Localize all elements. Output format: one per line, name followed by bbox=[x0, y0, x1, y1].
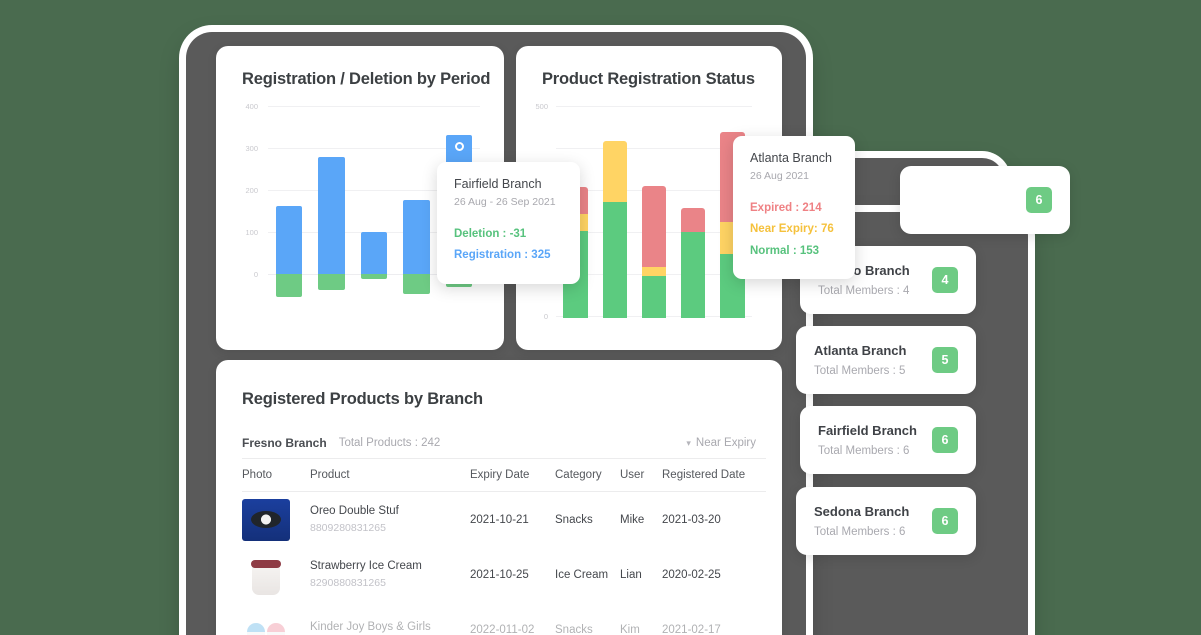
table-total-products: Total Products : 242 bbox=[338, 437, 441, 449]
chart2-title: Product Registration Status bbox=[542, 70, 755, 88]
expiry-date-cell: 2022-011-02 bbox=[470, 623, 535, 635]
table-row[interactable]: Oreo Double Stuf 8809280831265 2021-10-2… bbox=[242, 492, 766, 547]
chart2-ytick-500: 500 bbox=[535, 102, 548, 111]
chart1-hover-marker-icon bbox=[454, 142, 464, 151]
chart2-bar-group[interactable] bbox=[674, 106, 713, 318]
tooltip1-registration: Registration : 325 bbox=[454, 249, 551, 262]
branch-member-badge: 6 bbox=[932, 427, 958, 453]
column-header-category: Category bbox=[555, 469, 602, 481]
category-cell: Snacks bbox=[555, 513, 593, 526]
branch-members: Total Members : 6 bbox=[814, 526, 906, 538]
chart2-bars bbox=[556, 106, 752, 318]
chart1-title: Registration / Deletion by Period bbox=[242, 70, 491, 88]
chart2-bar-group[interactable] bbox=[634, 106, 673, 318]
table-row[interactable]: Strawberry Ice Cream 8290880831265 2021-… bbox=[242, 547, 766, 602]
table-header-row: Photo Product Expiry Date Category User … bbox=[242, 458, 766, 492]
registered-products-card: Registered Products by Branch Fresno Bra… bbox=[216, 360, 782, 635]
table-row[interactable]: Kinder Joy Boys & Girls 2022-011-02 Snac… bbox=[242, 602, 766, 635]
chevron-down-icon: ▾ bbox=[686, 437, 691, 448]
branch-member-badge: 6 bbox=[932, 508, 958, 534]
column-header-registered-date: Registered Date bbox=[662, 469, 746, 481]
chart1-ytick-100: 100 bbox=[245, 228, 258, 237]
near-expiry-filter-dropdown[interactable]: ▾ Near Expiry bbox=[686, 437, 756, 449]
product-code: 8290880831265 bbox=[310, 577, 386, 589]
chart1-tooltip: Fairfield Branch 26 Aug - 26 Sep 2021 De… bbox=[437, 162, 580, 284]
product-name: Kinder Joy Boys & Girls bbox=[310, 621, 431, 633]
product-photo-cell bbox=[242, 498, 310, 541]
column-header-product: Product bbox=[310, 469, 350, 481]
category-cell: Snacks bbox=[555, 623, 593, 635]
ice-cream-tub-photo bbox=[242, 553, 290, 596]
branch-members: Total Members : 6 bbox=[818, 445, 910, 457]
chart1-bar-group[interactable] bbox=[395, 106, 437, 306]
branch-name: Sedona Branch bbox=[814, 504, 910, 519]
branch-card[interactable]: 6 bbox=[900, 166, 1070, 234]
product-code: 8809280831265 bbox=[310, 522, 386, 534]
products-table: Photo Product Expiry Date Category User … bbox=[242, 458, 766, 635]
column-header-photo: Photo bbox=[242, 469, 273, 481]
product-cell: Kinder Joy Boys & Girls bbox=[310, 621, 470, 635]
chart2-tooltip: Atlanta Branch 26 Aug 2021 Expired : 214… bbox=[733, 136, 855, 279]
tooltip2-date: 26 Aug 2021 bbox=[750, 170, 809, 182]
near-expiry-filter-label: Near Expiry bbox=[695, 437, 756, 449]
user-cell: Mike bbox=[620, 513, 645, 526]
tooltip1-date: 26 Aug - 26 Sep 2021 bbox=[454, 196, 556, 208]
chart1-bar-group[interactable] bbox=[310, 106, 352, 306]
branch-member-badge: 5 bbox=[932, 347, 958, 373]
product-cell: Strawberry Ice Cream 8290880831265 bbox=[310, 560, 470, 589]
tooltip2-normal: Normal : 153 bbox=[750, 244, 820, 257]
chart1-bar-group[interactable] bbox=[268, 106, 310, 306]
expiry-date-cell: 2021-10-25 bbox=[470, 568, 529, 581]
tooltip2-branch: Atlanta Branch bbox=[750, 151, 832, 165]
branch-card[interactable]: Sedona Branch Total Members : 6 6 bbox=[796, 487, 976, 555]
column-header-user: User bbox=[620, 469, 645, 481]
branch-card[interactable]: Fairfield Branch Total Members : 6 6 bbox=[800, 406, 976, 474]
tooltip1-branch: Fairfield Branch bbox=[454, 177, 542, 191]
chart1-ytick-400: 400 bbox=[245, 102, 258, 111]
product-cell: Oreo Double Stuf 8809280831265 bbox=[310, 505, 470, 534]
tooltip2-near-expiry: Near Expiry: 76 bbox=[750, 223, 834, 236]
registered-date-cell: 2021-02-17 bbox=[662, 623, 721, 635]
column-header-expiry-date: Expiry Date bbox=[470, 469, 530, 481]
user-cell: Kim bbox=[620, 623, 640, 635]
product-name: Oreo Double Stuf bbox=[310, 505, 399, 517]
branch-member-badge: 6 bbox=[1026, 187, 1052, 213]
table-title: Registered Products by Branch bbox=[242, 390, 483, 408]
oreo-package-photo bbox=[242, 498, 290, 541]
chart2-bar-group[interactable] bbox=[595, 106, 634, 318]
chart2-canvas: 500 100 0 bbox=[535, 102, 752, 321]
chart2-hover-marker-icon bbox=[728, 121, 738, 130]
registered-date-cell: 2020-02-25 bbox=[662, 568, 721, 581]
category-cell: Ice Cream bbox=[555, 568, 609, 581]
expiry-date-cell: 2021-10-21 bbox=[470, 513, 529, 526]
product-photo-cell bbox=[242, 553, 310, 596]
branch-name: Atlanta Branch bbox=[814, 343, 907, 358]
branch-name: Fairfield Branch bbox=[818, 423, 917, 438]
product-photo-cell bbox=[242, 608, 310, 635]
branch-card[interactable]: Atlanta Branch Total Members : 5 5 bbox=[796, 326, 976, 394]
tooltip2-expired: Expired : 214 bbox=[750, 202, 822, 214]
user-cell: Lian bbox=[620, 568, 642, 581]
product-name: Strawberry Ice Cream bbox=[310, 560, 422, 572]
table-subheader: Fresno Branch Total Products : 242 ▾ Nea… bbox=[242, 436, 756, 450]
chart1-ytick-200: 200 bbox=[245, 186, 258, 195]
branch-members: Total Members : 5 bbox=[814, 365, 906, 377]
kinder-joy-photo bbox=[242, 608, 290, 635]
chart1-ytick-0: 0 bbox=[253, 270, 258, 279]
branch-member-badge: 4 bbox=[932, 267, 958, 293]
registered-date-cell: 2021-03-20 bbox=[662, 513, 721, 526]
table-branch-name: Fresno Branch bbox=[242, 436, 327, 450]
chart1-bar-group[interactable] bbox=[353, 106, 395, 306]
branch-members: Total Members : 4 bbox=[818, 285, 910, 297]
chart1-ytick-300: 300 bbox=[245, 144, 258, 153]
tooltip1-deletion: Deletion : -31 bbox=[454, 228, 527, 240]
chart2-ytick-0: 0 bbox=[543, 312, 548, 321]
